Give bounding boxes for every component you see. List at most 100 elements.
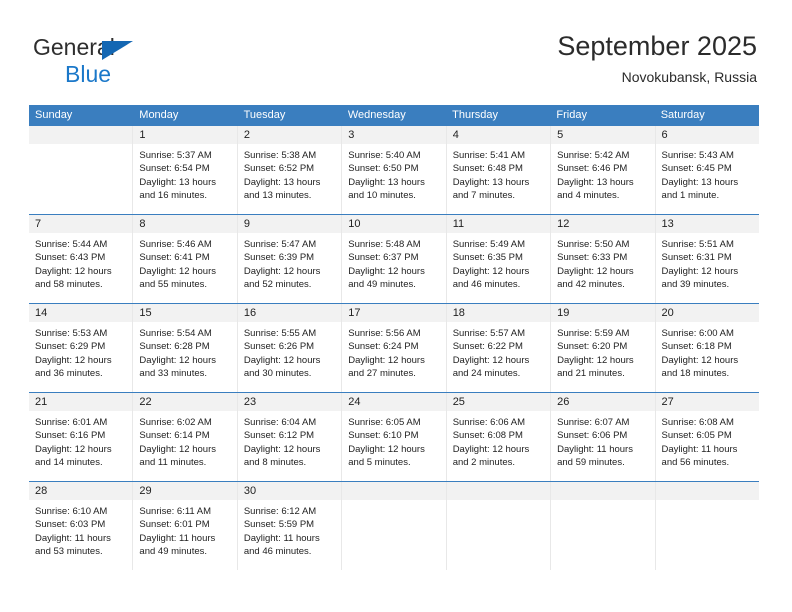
day-daylight1-text: Daylight: 12 hours xyxy=(348,354,425,366)
day-daylight2-text: and 49 minutes. xyxy=(139,546,208,558)
day-daylight1-text: Daylight: 11 hours xyxy=(35,532,111,544)
weekday-header-row: Sunday Monday Tuesday Wednesday Thursday Frid… xyxy=(29,105,759,126)
calendar-day-cell[interactable]: 29 Sunrise: 6:11 AM Sunset: 6:01 PM Dayligh… xyxy=(132,482,237,570)
day-sunset-text: Sunset: 6:43 PM xyxy=(35,252,106,264)
day-number: 16 xyxy=(237,304,342,322)
day-sunset-text: Sunset: 5:59 PM xyxy=(243,519,315,531)
calendar-day-cell[interactable]: 17 Sunrise: 5:56 AM Sunset: 6:24 PM Dayligh… xyxy=(341,304,446,392)
calendar-day-cell[interactable]: 4 Sunrise: 5:41 AM Sunset: 6:48 PM Daylight… xyxy=(445,126,551,214)
day-daylight2-text: and 8 minutes. xyxy=(243,457,307,469)
day-sun-info: Sunrise: 6:12 AM Sunset: 5:59 PM Daylight:… xyxy=(238,500,341,565)
calendar-page: General Blue September 2025 Novokubansk,… xyxy=(0,0,792,612)
day-daylight2-text: and 46 minutes. xyxy=(452,279,521,291)
day-daylight2-text: and 5 minutes. xyxy=(348,457,411,469)
day-number: 19 xyxy=(551,304,655,322)
day-number: 11 xyxy=(446,215,551,233)
calendar-week-inner: 21 Sunrise: 6:01 AM Sunset: 6:16 PM Dayligh… xyxy=(29,393,759,481)
day-number: 7 xyxy=(29,215,133,233)
day-daylight1-text: Daylight: 12 hours xyxy=(557,354,634,366)
day-sun-info: Sunrise: 5:51 AM Sunset: 6:31 PM Daylight:… xyxy=(656,233,759,298)
calendar-day-cell[interactable]: 24 Sunrise: 6:05 AM Sunset: 6:10 PM Dayligh… xyxy=(341,393,446,481)
day-sunset-text: Sunset: 6:14 PM xyxy=(139,430,210,442)
day-daylight2-text: and 58 minutes. xyxy=(35,279,103,291)
day-number: 13 xyxy=(655,215,759,233)
calendar-day-cell[interactable]: 3 Sunrise: 5:40 AM Sunset: 6:50 PM Daylight… xyxy=(341,126,446,214)
day-sun-info: Sunrise: 6:04 AM Sunset: 6:12 PM Daylight:… xyxy=(238,411,341,476)
day-daylight1-text: Daylight: 12 hours xyxy=(452,443,530,455)
calendar-day-cell[interactable]: 7 Sunrise: 5:44 AM Sunset: 6:43 PM Daylight… xyxy=(29,215,133,303)
calendar-day-cell[interactable]: 18 Sunrise: 5:57 AM Sunset: 6:22 PM Dayligh… xyxy=(445,304,551,392)
day-daylight2-text: and 4 minutes. xyxy=(557,190,620,202)
day-sunrise-text: Sunrise: 6:12 AM xyxy=(243,506,317,517)
calendar-day-cell[interactable]: 15 Sunrise: 5:54 AM Sunset: 6:28 PM Dayligh… xyxy=(132,304,237,392)
day-number: 2 xyxy=(237,126,342,144)
day-sunset-text: Sunset: 6:29 PM xyxy=(35,341,106,353)
calendar-day-cell[interactable]: 25 Sunrise: 6:06 AM Sunset: 6:08 PM Dayligh… xyxy=(445,393,551,481)
day-number: 17 xyxy=(342,304,446,322)
day-sunrise-text: Sunrise: 5:51 AM xyxy=(661,239,734,250)
day-sun-info: Sunrise: 5:42 AM Sunset: 6:46 PM Daylight:… xyxy=(551,144,654,209)
day-daylight1-text: Daylight: 12 hours xyxy=(661,354,739,366)
day-number: 10 xyxy=(342,215,446,233)
calendar-week-inner: 7 Sunrise: 5:44 AM Sunset: 6:43 PM Daylight… xyxy=(29,215,759,303)
calendar-day-cell[interactable]: 12 Sunrise: 5:50 AM Sunset: 6:33 PM Dayligh… xyxy=(550,215,655,303)
calendar-week-row: 21 Sunrise: 6:01 AM Sunset: 6:16 PM Dayligh… xyxy=(29,392,759,481)
day-sun-info: Sunrise: 5:53 AM Sunset: 6:29 PM Daylight:… xyxy=(29,322,132,387)
calendar-day-cell[interactable]: 11 Sunrise: 5:49 AM Sunset: 6:35 PM Dayligh… xyxy=(445,215,551,303)
calendar-day-cell[interactable]: 8 Sunrise: 5:46 AM Sunset: 6:41 PM Daylight… xyxy=(132,215,237,303)
calendar-day-cell[interactable]: 14 Sunrise: 5:53 AM Sunset: 6:29 PM Dayligh… xyxy=(29,304,133,392)
calendar-day-cell[interactable]: 10 Sunrise: 5:48 AM Sunset: 6:37 PM Dayligh… xyxy=(341,215,446,303)
calendar-day-cell[interactable]: 6 Sunrise: 5:43 AM Sunset: 6:45 PM Daylight… xyxy=(654,126,759,214)
calendar-day-cell[interactable]: 30 Sunrise: 6:12 AM Sunset: 5:59 PM Dayligh… xyxy=(236,482,342,570)
calendar-week-inner: 1 Sunrise: 5:37 AM Sunset: 6:54 PM Daylight… xyxy=(29,126,759,214)
day-daylight1-text: Daylight: 11 hours xyxy=(139,532,216,544)
calendar-day-cell[interactable]: 19 Sunrise: 5:59 AM Sunset: 6:20 PM Dayligh… xyxy=(550,304,655,392)
day-number: 8 xyxy=(133,215,237,233)
day-daylight2-text: and 14 minutes. xyxy=(35,457,103,469)
day-daylight2-text: and 56 minutes. xyxy=(661,457,730,469)
day-sun-info: Sunrise: 5:50 AM Sunset: 6:33 PM Daylight:… xyxy=(551,233,654,298)
day-sunrise-text: Sunrise: 5:41 AM xyxy=(452,150,526,161)
title-block: September 2025 Novokubansk, Russia xyxy=(557,30,757,87)
calendar-day-cell[interactable]: 27 Sunrise: 6:08 AM Sunset: 6:05 PM Dayligh… xyxy=(654,393,759,481)
calendar-day-cell[interactable]: 9 Sunrise: 5:47 AM Sunset: 6:39 PM Daylight… xyxy=(236,215,342,303)
day-sun-info: Sunrise: 6:00 AM Sunset: 6:18 PM Daylight:… xyxy=(656,322,759,387)
calendar-day-cell[interactable]: 13 Sunrise: 5:51 AM Sunset: 6:31 PM Dayligh… xyxy=(654,215,759,303)
calendar-week-row: 7 Sunrise: 5:44 AM Sunset: 6:43 PM Daylight… xyxy=(29,214,759,303)
calendar-day-cell[interactable]: 21 Sunrise: 6:01 AM Sunset: 6:16 PM Dayligh… xyxy=(29,393,133,481)
day-sunset-text: Sunset: 6:20 PM xyxy=(557,341,628,353)
day-sunrise-text: Sunrise: 5:38 AM xyxy=(243,150,317,161)
day-sun-info: Sunrise: 5:55 AM Sunset: 6:26 PM Daylight:… xyxy=(238,322,341,387)
day-sunset-text: Sunset: 6:28 PM xyxy=(139,341,210,353)
calendar-day-cell[interactable]: 16 Sunrise: 5:55 AM Sunset: 6:26 PM Dayligh… xyxy=(236,304,342,392)
day-number xyxy=(551,482,655,500)
calendar-day-cell[interactable]: 22 Sunrise: 6:02 AM Sunset: 6:14 PM Dayligh… xyxy=(132,393,237,481)
calendar-day-cell[interactable]: 2 Sunrise: 5:38 AM Sunset: 6:52 PM Daylight… xyxy=(236,126,342,214)
day-sun-info: Sunrise: 6:06 AM Sunset: 6:08 PM Daylight:… xyxy=(447,411,550,476)
general-blue-logo: General Blue xyxy=(33,36,233,92)
day-sunrise-text: Sunrise: 6:02 AM xyxy=(139,417,212,428)
day-daylight2-text: and 36 minutes. xyxy=(35,368,103,380)
day-sunset-text: Sunset: 6:08 PM xyxy=(452,430,523,442)
day-sunset-text: Sunset: 6:03 PM xyxy=(35,519,106,531)
logo-triangle-icon xyxy=(102,41,133,60)
calendar-day-cell[interactable]: 1 Sunrise: 5:37 AM Sunset: 6:54 PM Daylight… xyxy=(132,126,237,214)
calendar-day-cell[interactable]: 5 Sunrise: 5:42 AM Sunset: 6:46 PM Daylight… xyxy=(550,126,655,214)
day-sunrise-text: Sunrise: 5:59 AM xyxy=(557,328,630,339)
day-daylight1-text: Daylight: 12 hours xyxy=(243,265,321,277)
day-sun-info: Sunrise: 5:43 AM Sunset: 6:45 PM Daylight:… xyxy=(656,144,759,209)
day-number: 30 xyxy=(237,482,342,500)
day-sunset-text: Sunset: 6:50 PM xyxy=(348,163,419,175)
day-sunrise-text: Sunrise: 5:53 AM xyxy=(35,328,108,339)
day-sunrise-text: Sunrise: 5:46 AM xyxy=(139,239,212,250)
calendar-day-cell[interactable]: 20 Sunrise: 6:00 AM Sunset: 6:18 PM Dayligh… xyxy=(654,304,759,392)
calendar-day-cell[interactable]: 28 Sunrise: 6:10 AM Sunset: 6:03 PM Dayligh… xyxy=(29,482,133,570)
day-sunrise-text: Sunrise: 6:05 AM xyxy=(348,417,421,428)
calendar-day-cell[interactable]: 23 Sunrise: 6:04 AM Sunset: 6:12 PM Dayligh… xyxy=(236,393,342,481)
calendar-day-cell-empty xyxy=(29,126,133,214)
day-sunrise-text: Sunrise: 5:37 AM xyxy=(139,150,212,161)
calendar-day-cell[interactable]: 26 Sunrise: 6:07 AM Sunset: 6:06 PM Dayligh… xyxy=(550,393,655,481)
day-number xyxy=(446,482,551,500)
day-number: 18 xyxy=(446,304,551,322)
calendar-week-row: 28 Sunrise: 6:10 AM Sunset: 6:03 PM Dayligh… xyxy=(29,481,759,570)
